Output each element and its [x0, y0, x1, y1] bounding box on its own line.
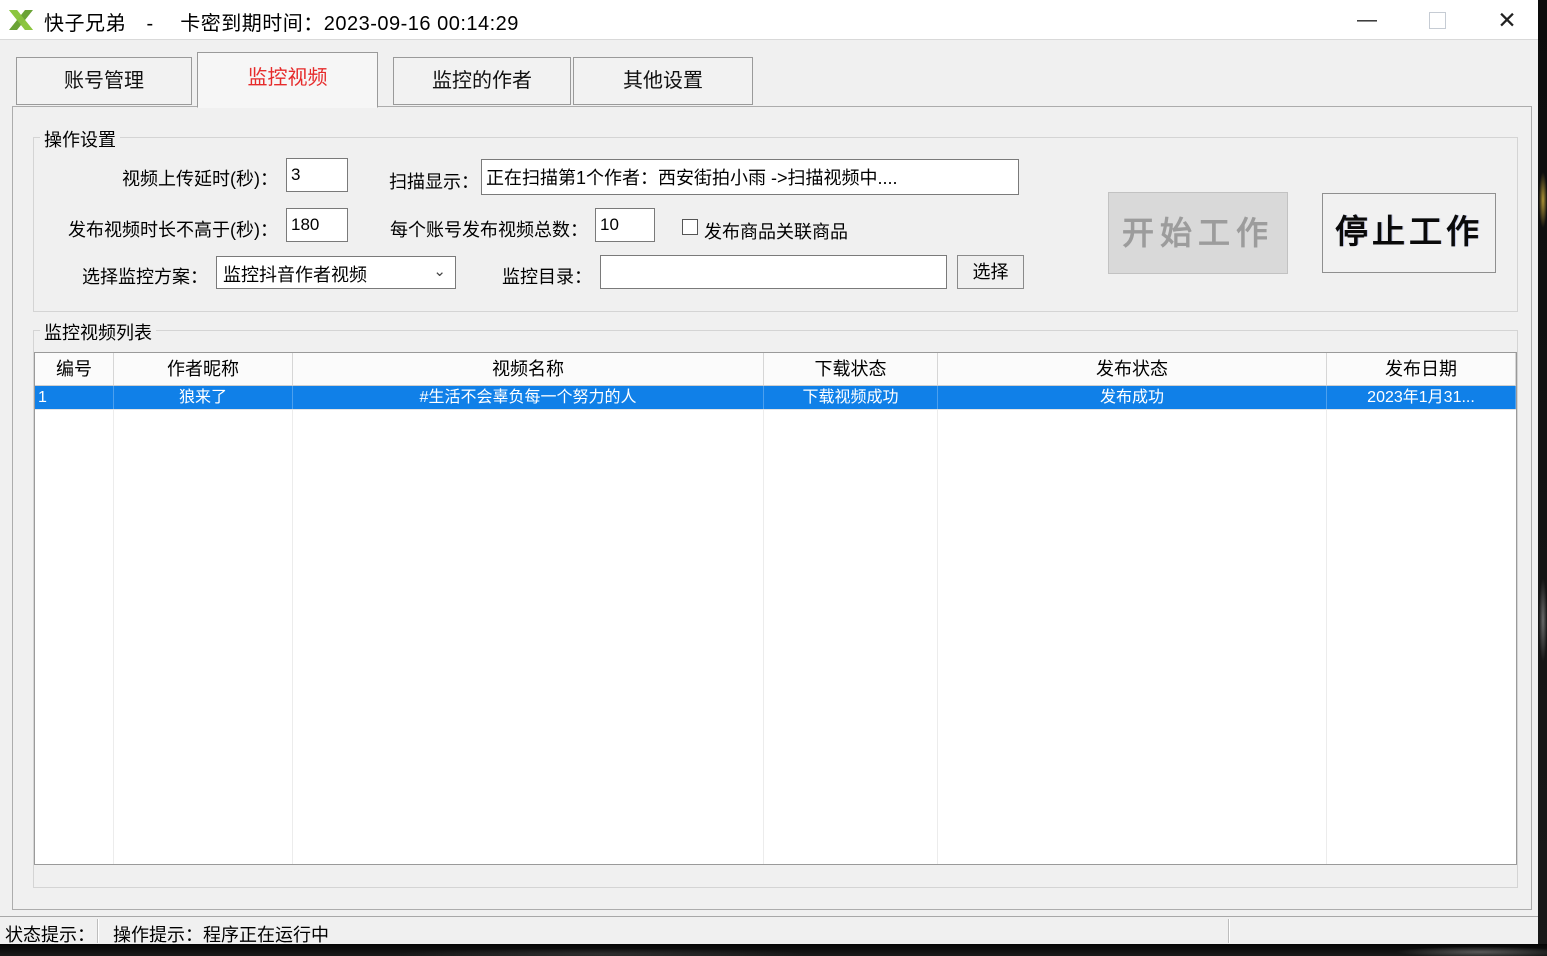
scheme-label: 选择监控方案： [58, 263, 208, 289]
minimize-button[interactable]: — [1336, 0, 1398, 40]
col-header-publish-date[interactable]: 发布日期 [1327, 353, 1516, 385]
scan-display-input[interactable] [481, 159, 1019, 195]
status-bar: 状态提示： 操作提示：程序正在运行中 [0, 916, 1538, 944]
chevron-down-icon: ⌄ [433, 262, 446, 280]
table-row-selected[interactable]: 1 狼来了 #生活不会辜负每一个努力的人 下载视频成功 发布成功 2023年1月… [35, 386, 1516, 409]
upload-delay-label: 视频上传延时(秒)： [58, 165, 278, 191]
tab-monitor-videos[interactable]: 监控视频 [197, 52, 378, 108]
video-table: 编号 作者昵称 视频名称 下载状态 发布状态 发布日期 1 狼来了 #生活不会辜… [34, 352, 1517, 865]
choose-dir-button[interactable]: 选择 [957, 255, 1024, 289]
monitor-dir-label: 监控目录： [502, 263, 592, 289]
stop-work-button[interactable]: 停止工作 [1322, 193, 1496, 273]
per-account-total-label: 每个账号发布视频总数： [378, 216, 588, 242]
row-cell-author: 狼来了 [114, 386, 293, 409]
row-cell-download-status: 下载视频成功 [764, 386, 938, 409]
row-cell-publish-date: 2023年1月31... [1327, 386, 1516, 409]
max-duration-input[interactable] [286, 208, 348, 242]
col-header-publish-status[interactable]: 发布状态 [938, 353, 1327, 385]
video-table-header: 编号 作者昵称 视频名称 下载状态 发布状态 发布日期 [35, 353, 1516, 386]
col-header-video-name[interactable]: 视频名称 [293, 353, 764, 385]
col-header-id[interactable]: 编号 [35, 353, 114, 385]
close-button[interactable]: ✕ [1476, 0, 1538, 40]
row-cell-publish-status: 发布成功 [938, 386, 1327, 409]
maximize-button[interactable] [1406, 0, 1468, 40]
empty-grid-area [35, 410, 1516, 864]
row-cell-video-name: #生活不会辜负每一个努力的人 [293, 386, 764, 409]
video-list-legend: 监控视频列表 [40, 319, 156, 345]
scheme-selected-value: 监控抖音作者视频 [223, 265, 367, 285]
scheme-select[interactable]: 监控抖音作者视频 ⌄ [216, 256, 456, 289]
goods-link-checkbox[interactable] [682, 219, 698, 235]
title-bar: 快子兄弟 - 卡密到期时间：2023-09-16 00:14:29 — ✕ [0, 0, 1538, 40]
app-window: 快子兄弟 - 卡密到期时间：2023-09-16 00:14:29 — ✕ 账号… [0, 0, 1538, 944]
maximize-icon [1429, 12, 1446, 29]
window-title: 快子兄弟 - 卡密到期时间：2023-09-16 00:14:29 [44, 7, 519, 36]
tab-account-management[interactable]: 账号管理 [16, 57, 192, 105]
app-logo-icon [7, 7, 35, 33]
col-header-author[interactable]: 作者昵称 [114, 353, 293, 385]
status-separator [1228, 919, 1229, 943]
per-account-total-input[interactable] [595, 208, 655, 242]
start-work-button[interactable]: 开始工作 [1108, 192, 1288, 274]
tab-other-settings[interactable]: 其他设置 [573, 57, 753, 105]
monitor-dir-input[interactable] [600, 255, 947, 289]
scan-display-label: 扫描显示： [389, 168, 479, 194]
status-separator [97, 919, 98, 943]
desktop-edge-bottom [0, 944, 1547, 956]
upload-delay-input[interactable] [286, 158, 348, 192]
goods-link-checkbox-label: 发布商品关联商品 [704, 218, 848, 244]
col-header-download-status[interactable]: 下载状态 [764, 353, 938, 385]
max-duration-label: 发布视频时长不高于(秒)： [38, 216, 278, 242]
tab-monitored-authors[interactable]: 监控的作者 [393, 57, 571, 105]
operation-settings-legend: 操作设置 [40, 126, 120, 152]
row-cell-id: 1 [35, 386, 114, 409]
desktop-edge-right [1538, 0, 1547, 956]
